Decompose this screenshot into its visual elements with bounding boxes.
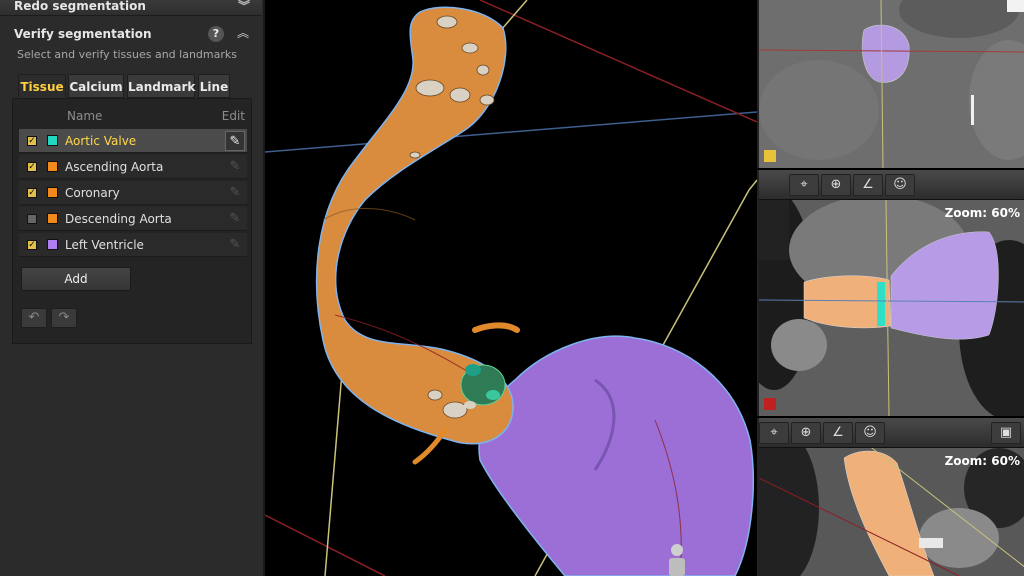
visibility-checkbox[interactable]: ✓: [27, 188, 37, 198]
zoom-label: Zoom: 60%: [944, 206, 1020, 220]
help-icon[interactable]: ?: [208, 26, 224, 42]
tissue-row-aortic-valve[interactable]: ✓ Aortic Valve ✎: [19, 129, 247, 153]
sagittal-toolbar: ⌖ ⊕ ∠ ☺ ▣: [759, 418, 1024, 448]
orientation-figure: [669, 544, 685, 576]
pencil-icon[interactable]: ✎: [225, 131, 245, 151]
plane-line-yellow-top: [500, 0, 528, 31]
visibility-checkbox[interactable]: [27, 214, 37, 224]
left-ventricle-surface: [478, 335, 754, 576]
tissue-name: Left Ventricle: [65, 238, 144, 252]
expand-chevron-icon[interactable]: ︾: [238, 0, 250, 16]
tissue-name: Coronary: [65, 186, 120, 200]
zoom-label: Zoom: 60%: [944, 454, 1020, 468]
coronal-toolbar: ⌖ ⊕ ∠ ☺: [759, 170, 1024, 200]
tab-tissue[interactable]: Tissue: [18, 74, 66, 98]
color-swatch[interactable]: [47, 213, 58, 224]
plane-line-blue: [265, 111, 757, 153]
tissue-panel: Redo segmentation ︾ Verify segmentation …: [0, 0, 265, 576]
coronary-branch: [472, 322, 520, 333]
tissue-list-header: Name Edit: [13, 105, 251, 125]
pencil-icon[interactable]: ✎: [225, 235, 245, 255]
collapse-chevron-icon[interactable]: ︽: [237, 24, 249, 41]
redo-segmentation-title: Redo segmentation: [14, 0, 146, 13]
tissue-list: Name Edit ✓ Aortic Valve ✎ ✓ Ascending A…: [12, 98, 252, 344]
tissue-name: Descending Aorta: [65, 212, 172, 226]
redo-icon[interactable]: ↷: [51, 308, 77, 328]
view-color-marker: [764, 398, 776, 410]
patient-orientation-icon[interactable]: ☺: [885, 174, 915, 196]
left-ventricle-overlay: [861, 24, 910, 83]
tissue-row-left-ventricle[interactable]: ✓ Left Ventricle ✎: [19, 233, 247, 257]
visibility-checkbox[interactable]: ✓: [27, 136, 37, 146]
color-swatch[interactable]: [47, 161, 58, 172]
view-color-marker: [764, 150, 776, 162]
tissue-row-coronary[interactable]: ✓ Coronary ✎: [19, 181, 247, 205]
sagittal-ct-view[interactable]: ⌖ ⊕ ∠ ☺ ▣ Zoom: 60%: [757, 418, 1024, 576]
plane-line-yellow-left: [324, 359, 344, 576]
pencil-icon[interactable]: ✎: [225, 183, 245, 203]
visibility-checkbox[interactable]: ✓: [27, 162, 37, 172]
axial-ct-view[interactable]: [757, 0, 1024, 168]
edit-column-header: Edit: [221, 109, 245, 123]
aorta-3d-model: [265, 0, 757, 576]
measure-tool-icon[interactable]: ∠: [853, 174, 883, 196]
coronal-ct-view[interactable]: ⌖ ⊕ ∠ ☺ Zoom: 60%: [757, 170, 1024, 416]
verify-subtitle: Select and verify tissues and landmarks: [17, 48, 237, 61]
pencil-icon[interactable]: ✎: [225, 209, 245, 229]
visibility-checkbox[interactable]: ✓: [27, 240, 37, 250]
tissue-name: Aortic Valve: [65, 134, 137, 148]
tissue-row-ascending-aorta[interactable]: ✓ Ascending Aorta ✎: [19, 155, 247, 179]
tissue-row-descending-aorta[interactable]: Descending Aorta ✎: [19, 207, 247, 231]
tab-calcium[interactable]: Calcium: [68, 74, 124, 98]
patient-orientation-icon[interactable]: ☺: [855, 422, 885, 444]
3d-rendering-viewport[interactable]: [265, 0, 757, 576]
zoom-tool-icon[interactable]: ⊕: [791, 422, 821, 444]
color-swatch[interactable]: [47, 135, 58, 146]
plane-line-red: [479, 0, 757, 123]
verify-segmentation-title: Verify segmentation: [14, 27, 152, 41]
undo-icon[interactable]: ↶: [21, 308, 47, 328]
add-tissue-button[interactable]: Add: [21, 267, 131, 291]
measure-tool-icon[interactable]: ∠: [823, 422, 853, 444]
plane-line-red-bottom: [265, 514, 386, 576]
color-swatch[interactable]: [47, 187, 58, 198]
name-column-header: Name: [67, 109, 103, 123]
camera-icon[interactable]: ▣: [991, 422, 1021, 444]
zoom-tool-icon[interactable]: ⊕: [821, 174, 851, 196]
pencil-icon[interactable]: ✎: [225, 157, 245, 177]
tab-landmark[interactable]: Landmark: [127, 74, 195, 98]
redo-segmentation-header[interactable]: Redo segmentation ︾: [0, 0, 262, 16]
crosshair-tool-icon[interactable]: ⌖: [759, 422, 789, 444]
tab-line[interactable]: Line: [198, 74, 230, 98]
color-swatch[interactable]: [47, 239, 58, 250]
crosshair-tool-icon[interactable]: ⌖: [789, 174, 819, 196]
aortic-valve-overlay: [877, 282, 885, 326]
tissue-name: Ascending Aorta: [65, 160, 164, 174]
